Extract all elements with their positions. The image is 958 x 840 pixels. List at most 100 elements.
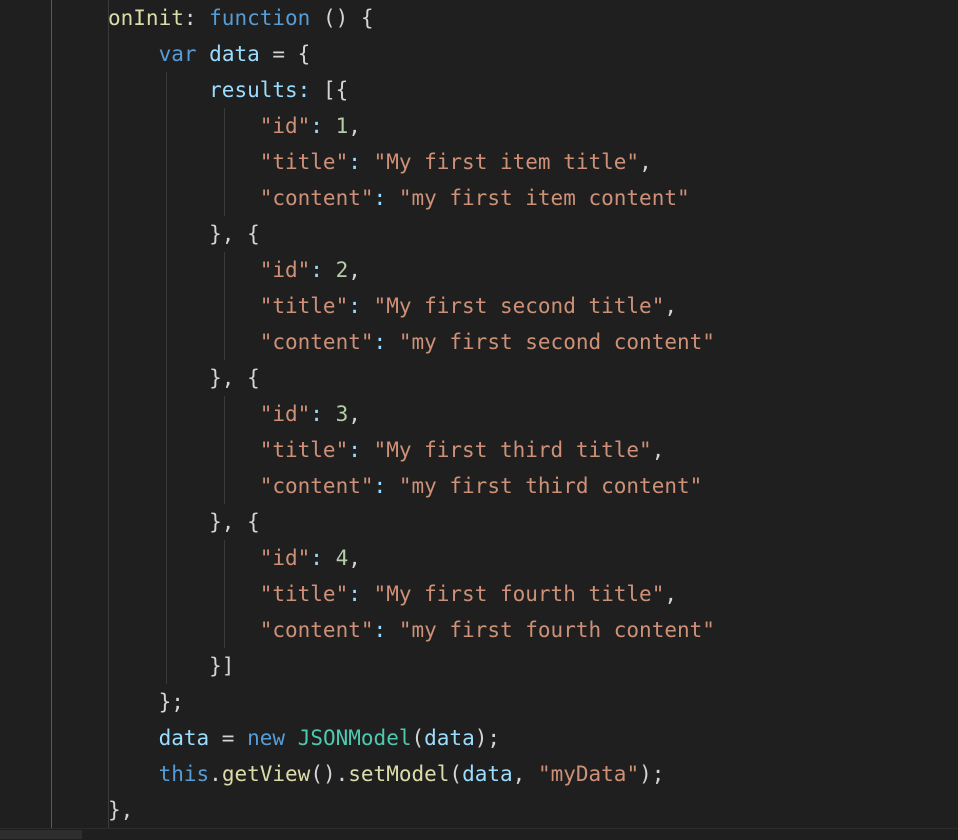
code-token: "my first fourth content"	[398, 618, 715, 642]
code-token: :	[373, 474, 387, 498]
code-line[interactable]: data = new JSONModel(data);	[0, 720, 958, 756]
code-token: onInit	[108, 6, 184, 30]
code-token: );	[474, 726, 501, 750]
code-token: :	[310, 258, 323, 282]
code-line-text: "title": "My first item title",	[108, 144, 652, 180]
code-line-text: "id": 2,	[108, 252, 361, 288]
code-token: "my first item content"	[398, 186, 690, 210]
code-editor[interactable]: onInit: function () { var data = { resul…	[0, 0, 958, 840]
code-token: ,	[512, 762, 538, 786]
code-line-text: "title": "My first fourth title",	[108, 576, 677, 612]
code-line[interactable]: var data = {	[0, 36, 958, 72]
code-token: [{	[310, 78, 349, 102]
code-token: "id"	[259, 546, 311, 570]
code-token: :	[310, 114, 323, 138]
code-line[interactable]: "title": "My first second title",	[0, 288, 958, 324]
code-token: 1	[335, 114, 349, 138]
code-token: ,	[651, 438, 665, 462]
code-line[interactable]: "content": "my first third content"	[0, 468, 958, 504]
code-line[interactable]: onInit: function () {	[0, 0, 958, 36]
code-token: 4	[335, 546, 349, 570]
code-token: ,	[348, 114, 361, 138]
code-token: () {	[310, 6, 374, 30]
code-token: JSONModel	[297, 726, 412, 750]
code-line[interactable]: "id": 3,	[0, 396, 958, 432]
code-token: );	[639, 762, 665, 786]
code-line[interactable]: }, {	[0, 504, 958, 540]
code-line[interactable]: "title": "My first item title",	[0, 144, 958, 180]
code-token: data	[424, 726, 475, 750]
code-token: }, {	[108, 510, 260, 534]
code-token: "content"	[259, 474, 374, 498]
code-token: =	[209, 726, 248, 750]
code-line[interactable]: "id": 2,	[0, 252, 958, 288]
code-line-text: "content": "my first second content"	[108, 324, 715, 360]
code-token: "My first second title"	[373, 294, 665, 318]
code-token: ,	[348, 258, 361, 282]
code-token: getView	[221, 762, 311, 786]
code-token: ,	[664, 582, 677, 606]
code-line-text: },	[108, 792, 133, 828]
code-token: ().	[310, 762, 349, 786]
code-token: "id"	[259, 258, 311, 282]
code-line-text: "id": 1,	[108, 108, 361, 144]
code-line[interactable]: "content": "my first fourth content"	[0, 612, 958, 648]
code-token: data	[158, 726, 210, 750]
code-content-area[interactable]: onInit: function () { var data = { resul…	[0, 0, 958, 829]
code-token: :	[348, 582, 361, 606]
code-line[interactable]: }]	[0, 648, 958, 684]
horizontal-scrollbar[interactable]	[0, 828, 958, 840]
code-token: "title"	[259, 294, 349, 318]
code-token: :	[310, 402, 323, 426]
code-line[interactable]: "title": "My first third title",	[0, 432, 958, 468]
code-token: "My first item title"	[373, 150, 640, 174]
code-line-text: "id": 4,	[108, 540, 361, 576]
code-line[interactable]: "title": "My first fourth title",	[0, 576, 958, 612]
code-token: "id"	[259, 114, 311, 138]
code-line[interactable]: "content": "my first second content"	[0, 324, 958, 360]
code-line[interactable]: }, {	[0, 360, 958, 396]
code-line[interactable]: };	[0, 684, 958, 720]
code-token: :	[348, 438, 361, 462]
code-token: "title"	[259, 582, 349, 606]
code-line[interactable]: "id": 4,	[0, 540, 958, 576]
code-token: }]	[108, 654, 235, 678]
code-token: setModel	[348, 762, 450, 786]
code-line-text: "content": "my first item content"	[108, 180, 690, 216]
code-line-text: }, {	[108, 216, 260, 252]
code-token: :	[310, 546, 323, 570]
code-line-text: "title": "My first second title",	[108, 288, 677, 324]
code-line[interactable]: results: [{	[0, 72, 958, 108]
code-token: :	[348, 150, 361, 174]
code-line-text: }, {	[108, 504, 260, 540]
code-line[interactable]: "id": 1,	[0, 108, 958, 144]
code-line[interactable]: this.getView().setModel(data, "myData");	[0, 756, 958, 792]
code-line-text: onInit: function () {	[108, 0, 374, 36]
code-line-text: }, {	[108, 360, 260, 396]
code-token: "title"	[259, 438, 349, 462]
code-token: "title"	[259, 150, 349, 174]
code-token: (	[449, 762, 463, 786]
code-token: function	[209, 6, 311, 30]
code-line[interactable]: },	[0, 792, 958, 828]
code-line[interactable]: "content": "my first item content"	[0, 180, 958, 216]
horizontal-scrollbar-thumb[interactable]	[0, 830, 82, 839]
code-token: data	[462, 762, 513, 786]
code-line[interactable]: }, {	[0, 216, 958, 252]
